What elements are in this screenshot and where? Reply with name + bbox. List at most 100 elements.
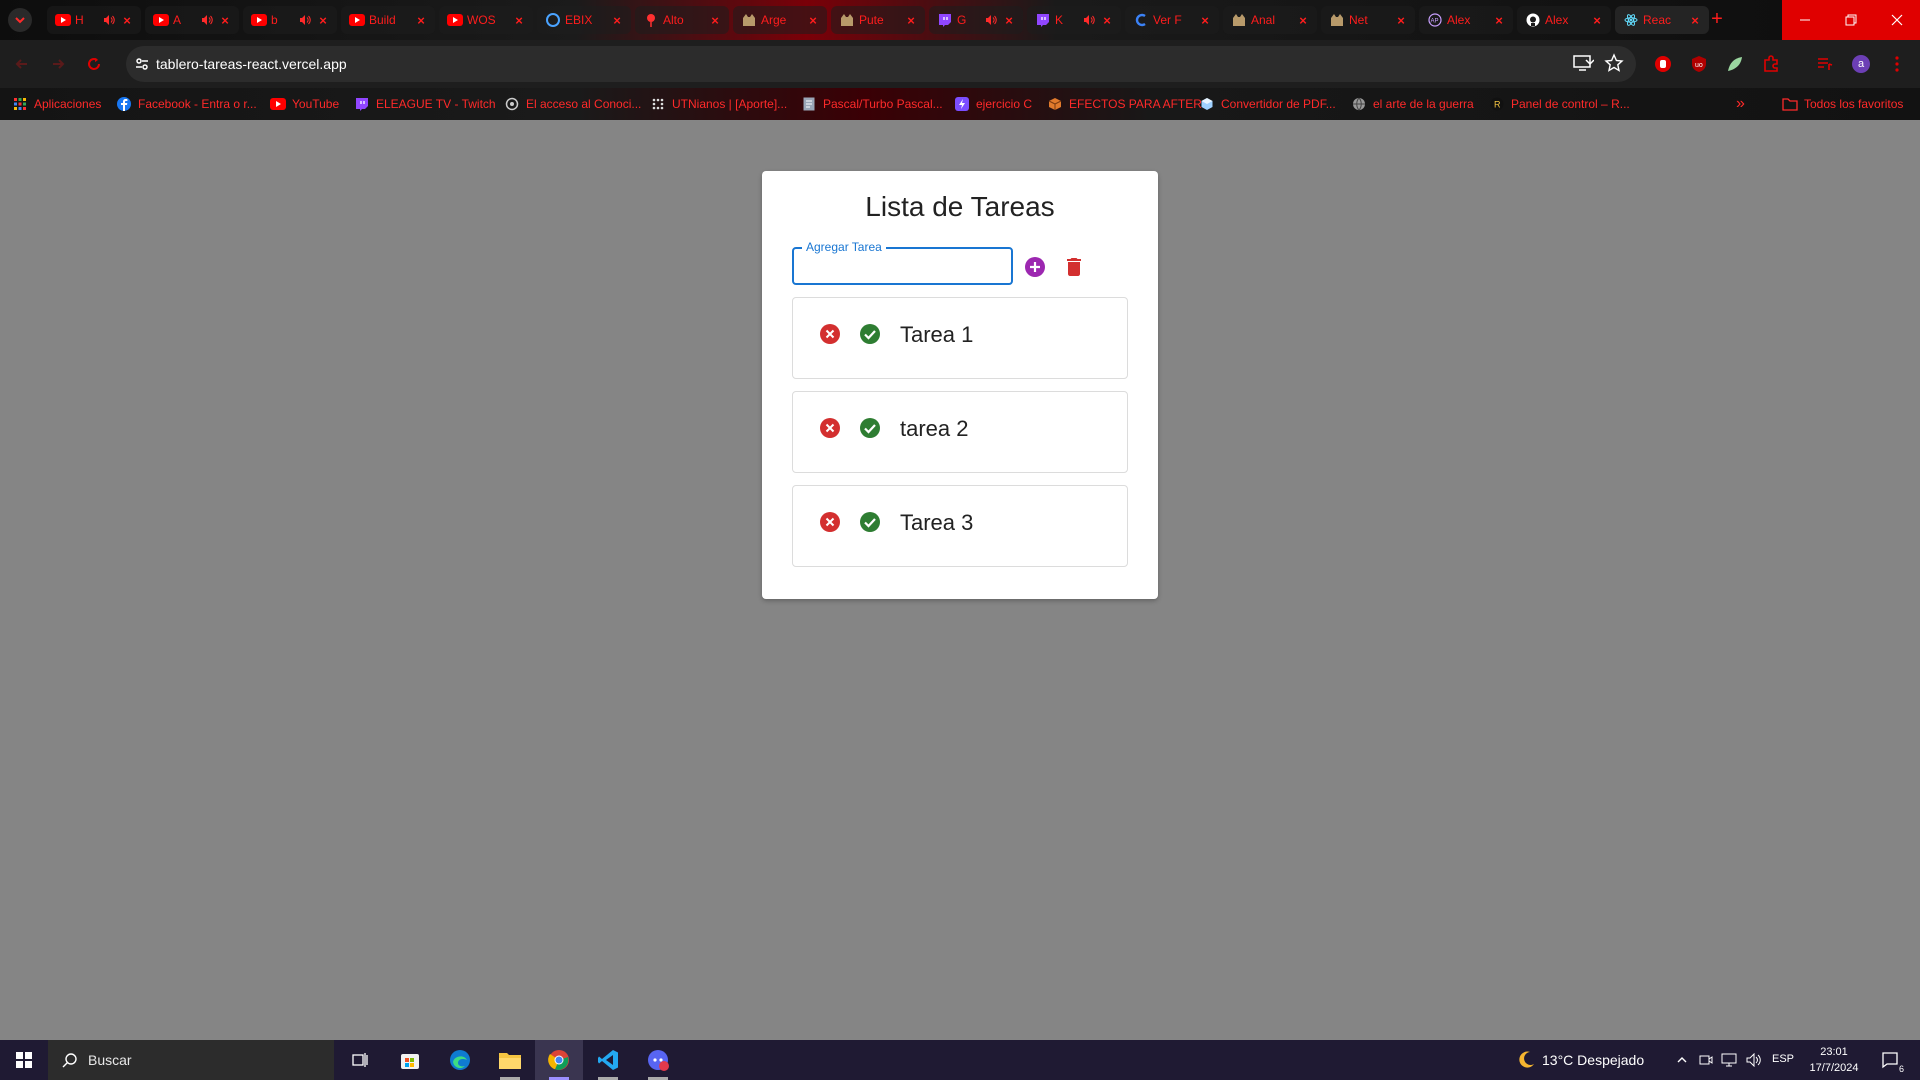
close-tab-icon[interactable]: ×: [1003, 13, 1015, 28]
new-tab-button[interactable]: +: [1705, 8, 1729, 30]
complete-task-button[interactable]: [858, 322, 882, 346]
bookmark-item[interactable]: El acceso al Conoci...: [504, 88, 641, 120]
speaker-icon[interactable]: [983, 12, 999, 28]
add-task-field[interactable]: Agregar Tarea: [792, 240, 1013, 285]
complete-task-button[interactable]: [858, 416, 882, 440]
file-explorer-button[interactable]: [486, 1040, 534, 1080]
network-button[interactable]: [1719, 1050, 1739, 1070]
speaker-icon[interactable]: [199, 12, 215, 28]
speaker-icon[interactable]: [297, 12, 313, 28]
remove-task-button[interactable]: [818, 510, 842, 534]
complete-task-button[interactable]: [858, 510, 882, 534]
close-tab-icon[interactable]: ×: [611, 13, 623, 28]
forward-button[interactable]: [46, 52, 70, 76]
media-controls-button[interactable]: [1813, 52, 1837, 76]
start-button[interactable]: [0, 1040, 48, 1080]
taskbar-search[interactable]: Buscar: [48, 1040, 334, 1080]
clock[interactable]: 23:01 17/7/2024: [1800, 1044, 1868, 1076]
reload-button[interactable]: [82, 52, 106, 76]
tab-13[interactable]: Anal ×: [1223, 6, 1317, 34]
tab-4[interactable]: Build ×: [341, 6, 435, 34]
bookmark-item[interactable]: el arte de la guerra: [1351, 88, 1474, 120]
bookmark-item[interactable]: ejercicio C: [954, 88, 1032, 120]
bookmark-star-button[interactable]: [1604, 53, 1624, 73]
close-window-button[interactable]: [1874, 0, 1920, 40]
bookmark-item[interactable]: Aplicaciones: [12, 88, 101, 120]
close-tab-icon[interactable]: ×: [121, 13, 133, 28]
chrome-app-button[interactable]: [535, 1040, 583, 1080]
tab-11[interactable]: K ×: [1027, 6, 1121, 34]
tab-15[interactable]: AP Alex ×: [1419, 6, 1513, 34]
tab-1[interactable]: H ×: [47, 6, 141, 34]
add-task-input[interactable]: [794, 249, 1011, 283]
close-tab-icon[interactable]: ×: [1199, 13, 1211, 28]
tab-6[interactable]: EBIX ×: [537, 6, 631, 34]
remove-task-button[interactable]: [818, 322, 842, 346]
close-tab-icon[interactable]: ×: [1591, 13, 1603, 28]
bookmark-item[interactable]: Facebook - Entra o r...: [116, 88, 257, 120]
close-tab-icon[interactable]: ×: [1689, 13, 1701, 28]
close-tab-icon[interactable]: ×: [1395, 13, 1407, 28]
tab-12[interactable]: Ver F ×: [1125, 6, 1219, 34]
vscode-app-button[interactable]: [584, 1040, 632, 1080]
restore-button[interactable]: [1828, 0, 1874, 40]
minimize-button[interactable]: [1782, 0, 1828, 40]
tab-search-button[interactable]: [8, 8, 32, 32]
volume-button[interactable]: [1744, 1050, 1764, 1070]
close-tab-icon[interactable]: ×: [1297, 13, 1309, 28]
close-tab-icon[interactable]: ×: [317, 13, 329, 28]
bookmark-item[interactable]: ELEAGUE TV - Twitch: [354, 88, 496, 120]
bookmark-item[interactable]: YouTube: [270, 88, 339, 120]
close-tab-icon[interactable]: ×: [415, 13, 427, 28]
bookmark-item[interactable]: EFECTOS PARA AFTER: [1047, 88, 1202, 120]
extension-leaf-button[interactable]: [1723, 52, 1747, 76]
bookmark-item[interactable]: Convertidor de PDF...: [1199, 88, 1336, 120]
tab-5[interactable]: WOS ×: [439, 6, 533, 34]
tab-7[interactable]: Alto ×: [635, 6, 729, 34]
edge-app-button[interactable]: [436, 1040, 484, 1080]
task-view-button[interactable]: [336, 1040, 384, 1080]
meet-now-button[interactable]: [1696, 1050, 1716, 1070]
bookmark-item[interactable]: R Panel de control – R...: [1489, 88, 1630, 120]
discord-app-button[interactable]: [634, 1040, 682, 1080]
extensions-button[interactable]: [1759, 52, 1783, 76]
install-app-button[interactable]: [1572, 52, 1594, 74]
extension-ublock-button[interactable]: uo: [1687, 52, 1711, 76]
bookmarks-overflow-button[interactable]: »: [1736, 88, 1745, 120]
address-bar[interactable]: tablero-tareas-react.vercel.app: [126, 46, 1636, 82]
tab-8[interactable]: Arge ×: [733, 6, 827, 34]
tab-title: Anal: [1251, 13, 1276, 27]
store-app-button[interactable]: [386, 1040, 434, 1080]
tab-14[interactable]: Net ×: [1321, 6, 1415, 34]
tab-17[interactable]: Reac ×: [1615, 6, 1709, 34]
add-task-button[interactable]: [1023, 255, 1047, 279]
bookmark-item[interactable]: UTNianos | [Aporte]...: [650, 88, 787, 120]
close-tab-icon[interactable]: ×: [1101, 13, 1113, 28]
close-tab-icon[interactable]: ×: [905, 13, 917, 28]
profile-button[interactable]: a: [1849, 52, 1873, 76]
close-tab-icon[interactable]: ×: [219, 13, 231, 28]
site-settings-icon[interactable]: [134, 56, 150, 72]
close-tab-icon[interactable]: ×: [709, 13, 721, 28]
all-bookmarks-button[interactable]: Todos los favoritos: [1782, 88, 1903, 120]
speaker-icon[interactable]: [101, 12, 117, 28]
tab-2[interactable]: A ×: [145, 6, 239, 34]
weather-widget[interactable]: 13°C Despejado: [1516, 1040, 1644, 1080]
back-button[interactable]: [10, 52, 34, 76]
tab-10[interactable]: G ×: [929, 6, 1023, 34]
close-tab-icon[interactable]: ×: [513, 13, 525, 28]
browser-menu-button[interactable]: [1885, 52, 1909, 76]
extension-hand-button[interactable]: [1651, 52, 1675, 76]
language-indicator[interactable]: ESP: [1772, 1053, 1794, 1065]
tab-3[interactable]: b ×: [243, 6, 337, 34]
delete-all-button[interactable]: [1062, 255, 1086, 279]
tab-9[interactable]: Pute ×: [831, 6, 925, 34]
close-tab-icon[interactable]: ×: [1493, 13, 1505, 28]
notifications-button[interactable]: 6: [1880, 1050, 1904, 1074]
speaker-icon[interactable]: [1081, 12, 1097, 28]
remove-task-button[interactable]: [818, 416, 842, 440]
tab-16[interactable]: Alex ×: [1517, 6, 1611, 34]
bookmark-item[interactable]: Pascal/Turbo Pascal...: [801, 88, 943, 120]
close-tab-icon[interactable]: ×: [807, 13, 819, 28]
tray-overflow-button[interactable]: [1672, 1050, 1692, 1070]
